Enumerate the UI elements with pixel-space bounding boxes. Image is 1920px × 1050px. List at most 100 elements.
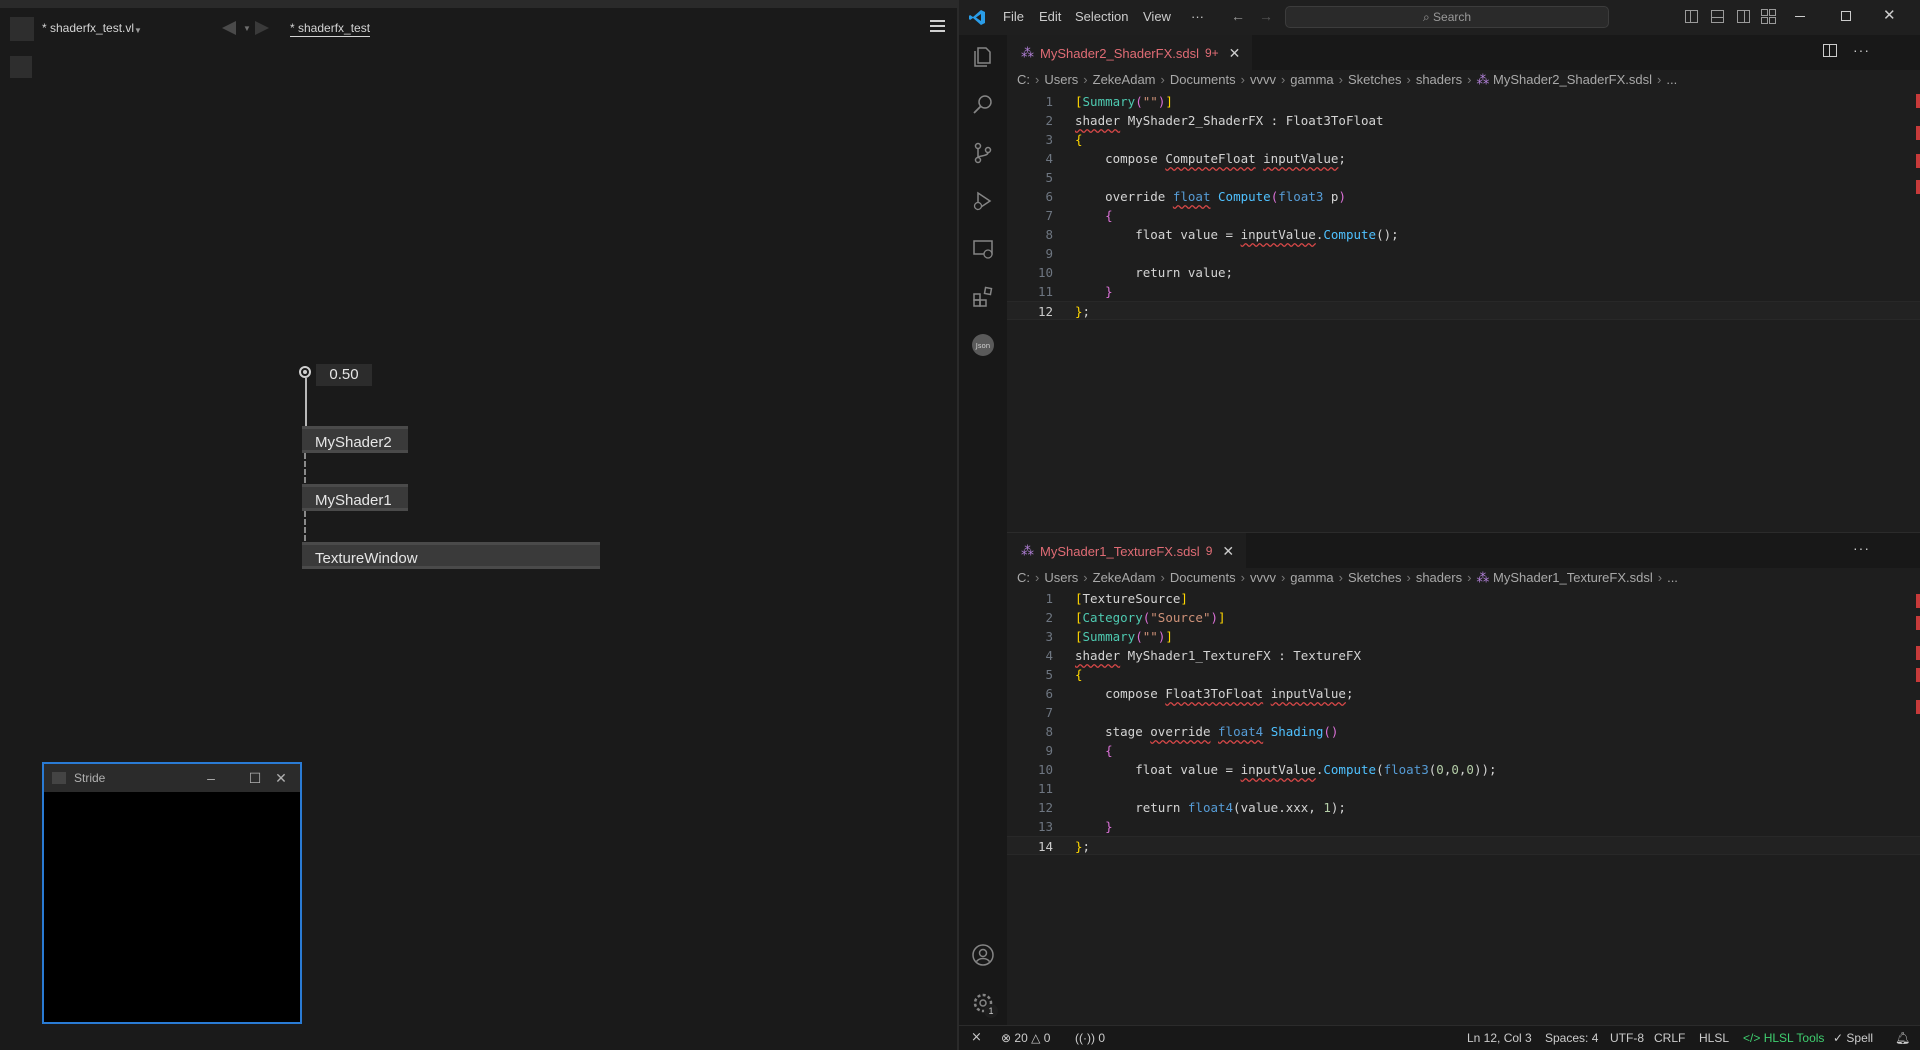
search-view-icon[interactable] (971, 93, 995, 117)
minimize-icon[interactable]: – (194, 768, 228, 788)
crumb-drive[interactable]: C: (1017, 72, 1030, 87)
editor2-error-marker[interactable] (1916, 594, 1920, 608)
toggle-primary-sidebar-icon[interactable] (1685, 10, 1698, 23)
link-myshader1-to-texturewindow (304, 511, 306, 541)
command-center-search[interactable]: ⌕ Search (1285, 6, 1609, 28)
stride-render-window[interactable]: Stride – ☐ ✕ (42, 762, 302, 1024)
sdsl-file-icon: ⁂ (1021, 45, 1034, 60)
node-texturewindow[interactable]: TextureWindow (302, 542, 600, 569)
nav-forward-arrow-icon[interactable]: → (1259, 8, 1273, 24)
manage-gear-icon[interactable]: 1 (971, 991, 998, 1018)
notifications-bell-icon[interactable]: 🔔︎ (1895, 1031, 1910, 1045)
node-myshader2[interactable]: MyShader2 (302, 426, 408, 453)
editor1-code[interactable]: 1 [Summary("")] 2 shader MyShader2_ShaderF… (1007, 92, 1920, 532)
language-mode[interactable]: HLSL (1699, 1031, 1729, 1045)
crumb-documents[interactable]: Documents (1170, 72, 1236, 87)
toggle-secondary-sidebar-icon[interactable] (1737, 10, 1750, 23)
crumb-user[interactable]: ZekeAdam (1093, 570, 1156, 585)
editor1-breadcrumb[interactable]: C: › Users › ZekeAdam › Documents › vvvv › gamma › S… (1017, 72, 1677, 92)
menu-file[interactable]: File (1003, 9, 1024, 24)
crumb-drive[interactable]: C: (1017, 570, 1030, 585)
editor2-code[interactable]: 1 [TextureSource] 2 [Category("Source")] 3… (1007, 589, 1920, 1019)
spell-check-icon: ✓ (1833, 1031, 1844, 1045)
menu-more[interactable]: ··· (1191, 9, 1204, 24)
menu-selection[interactable]: Selection (1075, 9, 1128, 24)
document-dropdown-icon[interactable]: ▼ (134, 26, 142, 35)
editor2-more-actions-icon[interactable]: ··· (1853, 540, 1870, 556)
crumb-sketches[interactable]: Sketches (1348, 570, 1401, 585)
editor2-error-marker[interactable] (1916, 616, 1920, 630)
editor1-close-tab-icon[interactable]: ✕ (1229, 45, 1241, 62)
accounts-icon[interactable] (971, 943, 995, 967)
crumb-gamma[interactable]: gamma (1290, 570, 1333, 585)
patch-explorer-square[interactable] (10, 56, 32, 78)
end-of-line[interactable]: CRLF (1654, 1031, 1685, 1045)
editor2-breadcrumb[interactable]: C: › Users › ZekeAdam › Documents › vvvv › gamma › S… (1017, 570, 1678, 590)
indentation[interactable]: Spaces: 4 (1545, 1031, 1598, 1045)
window-close-icon[interactable]: ✕ (1883, 6, 1896, 24)
hamburger-menu-icon[interactable] (930, 20, 945, 32)
editor1-tab[interactable]: ⁂ MyShader2_ShaderFX.sdsl 9+ ✕ (1007, 35, 1253, 70)
toggle-panel-icon[interactable] (1711, 10, 1724, 23)
source-control-icon[interactable] (971, 141, 995, 165)
nav-back-icon[interactable] (222, 21, 236, 35)
crumb-symbol[interactable]: ... (1667, 570, 1678, 585)
editor1-error-marker[interactable] (1916, 126, 1920, 140)
nav-forward-icon[interactable] (255, 21, 269, 35)
editor1-more-actions-icon[interactable]: ··· (1853, 42, 1870, 58)
menu-view[interactable]: View (1143, 9, 1171, 24)
explorer-icon[interactable] (971, 45, 995, 69)
line-number: 10 (1037, 265, 1053, 280)
problems-indicator[interactable]: ⊗ 20 △ 0 (1001, 1031, 1050, 1045)
encoding[interactable]: UTF-8 (1610, 1031, 1644, 1045)
close-icon[interactable]: ✕ (264, 768, 298, 788)
crumb-documents[interactable]: Documents (1170, 570, 1236, 585)
crumb-shaders[interactable]: shaders (1416, 570, 1462, 585)
ports-indicator[interactable]: ((·)) 0 (1075, 1031, 1105, 1045)
editor2-error-marker[interactable] (1916, 700, 1920, 714)
nav-back-arrow-icon[interactable]: ← (1231, 8, 1245, 24)
crumb-file[interactable]: MyShader1_TextureFX.sdsl (1493, 570, 1653, 585)
stride-titlebar[interactable]: Stride – ☐ ✕ (44, 764, 300, 792)
editor2-error-marker[interactable] (1916, 668, 1920, 682)
window-minimize-icon[interactable] (1795, 16, 1805, 17)
editor1-error-marker[interactable] (1916, 154, 1920, 168)
cursor-position[interactable]: Ln 12, Col 3 (1467, 1031, 1532, 1045)
crumb-symbol[interactable]: ... (1666, 72, 1677, 87)
document-tab[interactable]: * shaderfx_test.vl (42, 21, 134, 35)
editor2-tab[interactable]: ⁂ MyShader1_TextureFX.sdsl 9 ✕ (1007, 533, 1247, 568)
activity-bar: Json 1 (959, 35, 1007, 1025)
customize-layout-icon[interactable] (1761, 9, 1776, 24)
app-menu-square[interactable] (10, 17, 34, 41)
window-maximize-icon[interactable] (1841, 11, 1851, 21)
menu-edit[interactable]: Edit (1039, 9, 1061, 24)
extensions-icon[interactable] (971, 285, 995, 309)
hlsl-tools-indicator[interactable]: </> HLSL Tools (1743, 1031, 1824, 1045)
iobox-value[interactable]: 0.50 (316, 364, 372, 386)
crumb-users[interactable]: Users (1044, 570, 1078, 585)
split-editor-icon[interactable] (1823, 44, 1837, 57)
remote-indicator-icon[interactable]: ⨯ (971, 1029, 982, 1045)
remote-explorer-icon[interactable] (971, 237, 995, 261)
crumb-file[interactable]: MyShader2_ShaderFX.sdsl (1493, 72, 1652, 87)
editor2-error-marker[interactable] (1916, 646, 1920, 660)
run-debug-icon[interactable] (971, 189, 995, 213)
crumb-shaders[interactable]: shaders (1416, 72, 1462, 87)
node-myshader1[interactable]: MyShader1 (302, 484, 408, 511)
editor2-close-tab-icon[interactable]: ✕ (1222, 543, 1234, 560)
editor1-error-marker[interactable] (1916, 180, 1920, 194)
iobox-pin-icon[interactable] (299, 366, 311, 378)
editor1-error-marker[interactable] (1916, 94, 1920, 108)
line-number: 9 (1045, 743, 1053, 758)
crumb-vvvv[interactable]: vvvv (1250, 72, 1276, 87)
json-extension-icon[interactable]: Json (971, 333, 995, 357)
patch-tab[interactable]: * shaderfx_test (290, 21, 371, 37)
crumb-gamma[interactable]: gamma (1290, 72, 1333, 87)
crumb-sketches[interactable]: Sketches (1348, 72, 1401, 87)
crumb-user[interactable]: ZekeAdam (1093, 72, 1156, 87)
spell-indicator[interactable]: ✓ Spell (1833, 1031, 1873, 1045)
crumb-users[interactable]: Users (1044, 72, 1078, 87)
crumb-file-icon: ⁂ (1476, 570, 1494, 585)
nav-history-dropdown-icon[interactable]: ▼ (243, 24, 251, 33)
crumb-vvvv[interactable]: vvvv (1250, 570, 1276, 585)
